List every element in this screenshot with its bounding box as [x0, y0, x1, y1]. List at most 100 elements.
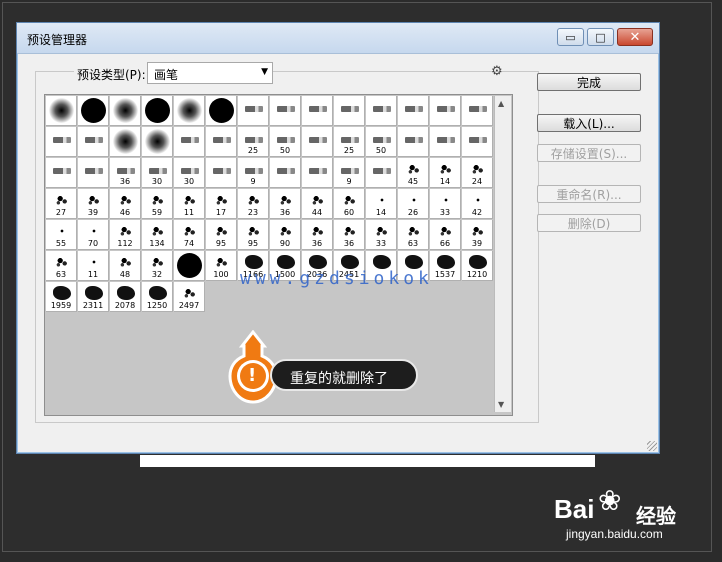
brush-preset-item[interactable]: [78, 96, 109, 126]
brush-preset-item[interactable]: [270, 158, 301, 188]
brush-preset-item[interactable]: 33: [366, 220, 397, 250]
brush-preset-item[interactable]: 36: [334, 220, 365, 250]
brush-preset-item[interactable]: 2078: [110, 282, 141, 312]
brush-preset-item[interactable]: 2311: [78, 282, 109, 312]
gear-icon[interactable]: ⚙: [491, 64, 503, 79]
brush-preset-item[interactable]: 9: [334, 158, 365, 188]
brush-preset-item[interactable]: 1959: [46, 282, 77, 312]
brush-preset-item[interactable]: 14: [366, 189, 397, 219]
brush-preset-item[interactable]: 36: [110, 158, 141, 188]
brush-preset-item[interactable]: [366, 158, 397, 188]
brush-preset-item[interactable]: 1210: [462, 251, 493, 281]
brush-preset-item[interactable]: [366, 96, 397, 126]
brush-preset-item[interactable]: 11: [174, 189, 205, 219]
delete-button[interactable]: 删除(D): [537, 214, 641, 232]
brush-preset-item[interactable]: 33: [430, 189, 461, 219]
brush-preset-item[interactable]: [206, 158, 237, 188]
brush-preset-item[interactable]: [46, 96, 77, 126]
brush-preset-item[interactable]: [398, 96, 429, 126]
brush-preset-item[interactable]: [206, 96, 237, 126]
brush-preset-item[interactable]: 25: [238, 127, 269, 157]
brush-preset-item[interactable]: 66: [430, 220, 461, 250]
brush-preset-item[interactable]: [302, 96, 333, 126]
save-set-button[interactable]: 存储设置(S)...: [537, 144, 641, 162]
brush-preset-item[interactable]: [46, 127, 77, 157]
maximize-button[interactable]: □: [587, 28, 614, 46]
brush-preset-item[interactable]: 50: [270, 127, 301, 157]
brush-preset-item[interactable]: 55: [174, 251, 205, 281]
brush-preset-item[interactable]: 50: [366, 127, 397, 157]
brush-preset-item[interactable]: 59: [142, 189, 173, 219]
brush-preset-item[interactable]: [462, 96, 493, 126]
close-button[interactable]: ✕: [617, 28, 653, 46]
brush-preset-item[interactable]: 1537: [430, 251, 461, 281]
brush-preset-item[interactable]: [174, 127, 205, 157]
brush-preset-item[interactable]: 70: [78, 220, 109, 250]
brush-preset-item[interactable]: 30: [174, 158, 205, 188]
brush-preset-item[interactable]: 1250: [142, 282, 173, 312]
brush-preset-item[interactable]: [302, 127, 333, 157]
brush-preset-item[interactable]: 112: [110, 220, 141, 250]
brush-preset-item[interactable]: [174, 96, 205, 126]
brush-preset-item[interactable]: 90: [270, 220, 301, 250]
brush-preset-item[interactable]: 36: [270, 189, 301, 219]
brush-preset-item[interactable]: 42: [462, 189, 493, 219]
brush-preset-item[interactable]: 100: [206, 251, 237, 281]
brush-preset-item[interactable]: 11: [78, 251, 109, 281]
brush-preset-item[interactable]: [46, 158, 77, 188]
brush-preset-item[interactable]: 39: [78, 189, 109, 219]
brush-preset-item[interactable]: [334, 96, 365, 126]
brush-preset-item[interactable]: 25: [334, 127, 365, 157]
brush-preset-item[interactable]: 60: [334, 189, 365, 219]
close-icon: ✕: [629, 29, 641, 45]
brush-preset-item[interactable]: 27: [46, 189, 77, 219]
brush-preset-item[interactable]: 48: [110, 251, 141, 281]
minimize-button[interactable]: ▭: [557, 28, 584, 46]
brush-preset-item[interactable]: [206, 127, 237, 157]
brush-preset-item[interactable]: 45: [398, 158, 429, 188]
brush-size-label: 36: [311, 239, 323, 248]
brush-preset-item[interactable]: 74: [174, 220, 205, 250]
brush-preset-item[interactable]: 39: [462, 220, 493, 250]
brush-preset-item[interactable]: [398, 127, 429, 157]
brush-preset-item[interactable]: 95: [206, 220, 237, 250]
brush-preset-item[interactable]: [302, 158, 333, 188]
brush-preset-item[interactable]: [110, 127, 141, 157]
scroll-down-icon[interactable]: ▼: [498, 400, 504, 409]
brush-preset-item[interactable]: 95: [238, 220, 269, 250]
brush-preset-item[interactable]: [238, 96, 269, 126]
load-button[interactable]: 载入(L)...: [537, 114, 641, 132]
brush-preset-item[interactable]: 24: [462, 158, 493, 188]
brush-preset-item[interactable]: [78, 158, 109, 188]
brush-preset-item[interactable]: [430, 96, 461, 126]
brush-preset-item[interactable]: 30: [142, 158, 173, 188]
brush-preset-item[interactable]: 63: [398, 220, 429, 250]
preset-type-select[interactable]: 画笔 ▼: [147, 62, 273, 84]
brush-preset-item[interactable]: [78, 127, 109, 157]
done-button[interactable]: 完成: [537, 73, 641, 91]
brush-preset-item[interactable]: [142, 96, 173, 126]
brush-preset-item[interactable]: 55: [46, 220, 77, 250]
brush-preset-item[interactable]: 36: [302, 220, 333, 250]
brush-preset-item[interactable]: 44: [302, 189, 333, 219]
brush-preset-item[interactable]: 9: [238, 158, 269, 188]
brush-preset-item[interactable]: 17: [206, 189, 237, 219]
brush-preset-item[interactable]: 134: [142, 220, 173, 250]
brush-preset-item[interactable]: [430, 127, 461, 157]
brush-preset-item[interactable]: 2497: [174, 282, 205, 312]
brush-preset-item[interactable]: 63: [46, 251, 77, 281]
brush-preset-item[interactable]: 32: [142, 251, 173, 281]
rename-button[interactable]: 重命名(R)...: [537, 185, 641, 203]
brush-preset-item[interactable]: [142, 127, 173, 157]
scroll-up-icon[interactable]: ▲: [498, 99, 504, 108]
brush-preset-item[interactable]: [110, 96, 141, 126]
vertical-scrollbar[interactable]: ▲ ▼: [494, 96, 511, 412]
brush-preset-item[interactable]: 23: [238, 189, 269, 219]
brush-preset-item[interactable]: 46: [110, 189, 141, 219]
resize-grip[interactable]: [647, 441, 657, 451]
brush-preset-item[interactable]: 14: [430, 158, 461, 188]
brush-preset-item[interactable]: [462, 127, 493, 157]
baidu-logo-text: Bai: [554, 494, 595, 524]
brush-preset-item[interactable]: [270, 96, 301, 126]
brush-preset-item[interactable]: 26: [398, 189, 429, 219]
